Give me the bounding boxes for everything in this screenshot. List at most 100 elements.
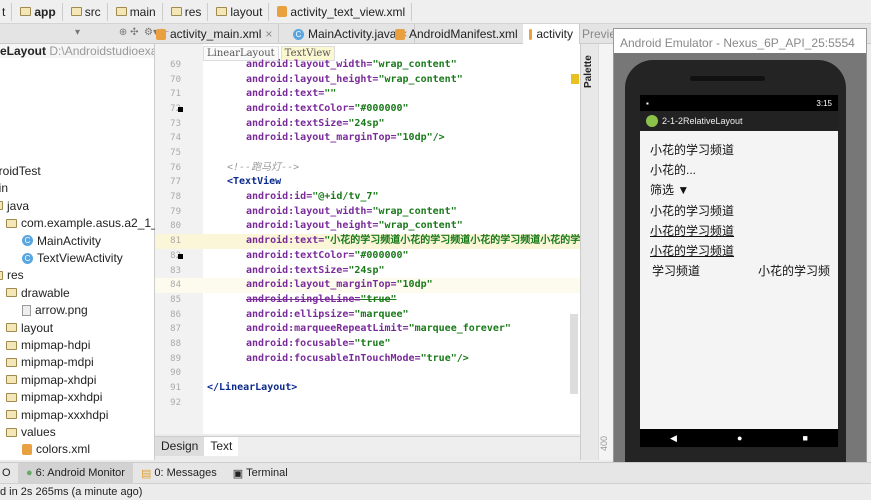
breadcrumb-label: app: [34, 4, 56, 19]
code-line[interactable]: 83 android:textSize="24sp": [155, 264, 580, 279]
line-number: 90: [170, 368, 181, 379]
breadcrumb-label: activity_text_view.xml: [290, 4, 406, 19]
tree-item[interactable]: C MainActivity: [22, 234, 101, 248]
line-number: 84: [170, 280, 181, 291]
tree-item[interactable]: ain: [0, 181, 8, 195]
code-line[interactable]: 85 android:singleLine="true": [155, 293, 580, 308]
code-text: android:layout_width="wrap_content": [246, 205, 457, 220]
attribute-name: android:layout_marginTop=: [246, 279, 397, 291]
code-line[interactable]: 76 <!--跑马灯-->: [155, 161, 580, 176]
tool-window-android-monitor[interactable]: ● 6: Android Monitor: [18, 462, 133, 484]
tree-item[interactable]: arrow.png: [22, 303, 88, 317]
close-icon[interactable]: ×: [265, 27, 272, 41]
code-line[interactable]: 75: [155, 146, 580, 161]
editor-mode-tabs: Design Text: [155, 436, 580, 456]
line-number: 80: [170, 221, 181, 232]
code-line[interactable]: 73 android:textSize="24sp": [155, 117, 580, 132]
breadcrumb-src[interactable]: src: [69, 2, 108, 21]
warning-marker[interactable]: [571, 74, 579, 84]
breadcrumb-app[interactable]: app: [18, 2, 63, 21]
tree-item[interactable]: values: [6, 425, 56, 439]
code-line[interactable]: 90: [155, 366, 580, 381]
tree-item-label: colors.xml: [36, 442, 91, 457]
code-line[interactable]: 84 android:layout_marginTop="10dp": [155, 278, 580, 293]
line-number: 91: [170, 382, 181, 393]
recents-icon[interactable]: ■: [803, 433, 808, 443]
emulator-window: Android Emulator - Nexus_6P_API_25:5554 …: [613, 28, 867, 500]
breadcrumb-layout[interactable]: layout: [214, 2, 270, 21]
tree-item[interactable]: drawable: [6, 286, 70, 300]
code-line[interactable]: 92: [155, 396, 580, 411]
breadcrumb-file[interactable]: activity_text_view.xml: [275, 2, 413, 21]
tab-android-manifest[interactable]: AndroidManifest.xml×: [389, 24, 536, 44]
attribute-name: android:layout_width=: [246, 59, 373, 70]
tool-window-messages[interactable]: ▤ 0: Messages: [133, 463, 225, 484]
breadcrumb-res[interactable]: res: [169, 2, 209, 21]
code-line[interactable]: 89 android:focusableInTouchMode="true"/>: [155, 352, 580, 367]
manifest-file-icon: [395, 28, 405, 40]
tree-item[interactable]: mipmap-xhdpi: [6, 373, 96, 387]
code-line[interactable]: 91 </LinearLayout>: [155, 381, 580, 396]
editor-scrollbar[interactable]: [570, 314, 578, 394]
code-line[interactable]: 86 android:ellipsize="marquee": [155, 308, 580, 323]
code-line[interactable]: 78 android:id="@+id/tv_7": [155, 190, 580, 205]
tree-item-label: mipmap-hdpi: [21, 338, 91, 352]
folder-icon: [0, 201, 3, 211]
attribute-name: android:text=: [246, 235, 325, 247]
tree-item[interactable]: mipmap-mdpi: [6, 355, 94, 369]
breadcrumb-main[interactable]: main: [114, 2, 163, 21]
code-line[interactable]: 70 android:layout_height="wrap_content": [155, 73, 580, 88]
attribute-name: android:singleLine=: [246, 293, 361, 305]
home-icon[interactable]: ●: [737, 433, 742, 443]
project-panel: eLayout D:\Androidstudioexam\ droidTest a…: [0, 44, 184, 460]
tab-design[interactable]: Design: [155, 437, 205, 456]
tree-item[interactable]: droidTest: [0, 164, 41, 178]
code-text: <TextView: [227, 176, 282, 188]
tree-item-label: mipmap-mdpi: [21, 355, 94, 370]
folder-icon: [6, 410, 17, 420]
tree-item[interactable]: java: [0, 199, 29, 213]
line-number: 76: [170, 162, 181, 173]
tab-label: AndroidManifest.xml: [409, 27, 518, 41]
tab-text[interactable]: Text: [204, 437, 239, 456]
code-line[interactable]: 87 android:marqueeRepeatLimit="marquee_fo…: [155, 322, 580, 337]
line-number: 83: [170, 265, 181, 276]
code-line[interactable]: 69 android:layout_width="wrap_content": [155, 58, 580, 73]
breadcrumb-project[interactable]: t: [0, 2, 13, 21]
tree-item[interactable]: mipmap-xxhdpi: [6, 390, 102, 404]
sd-card-icon: ▪: [646, 98, 649, 108]
folder-icon: [216, 7, 228, 16]
back-icon[interactable]: ◀: [670, 433, 677, 444]
code-line[interactable]: 72 android:textColor="#000000": [155, 102, 580, 117]
status-time: 3:15: [816, 98, 832, 108]
code-line[interactable]: 71 android:text="": [155, 87, 580, 102]
code-editor[interactable]: LinearLayout TextView 69 android:layout_w…: [155, 44, 580, 434]
palette-tab[interactable]: Palette: [583, 48, 594, 88]
code-line[interactable]: 74 android:layout_marginTop="10dp"/>: [155, 131, 580, 146]
code-line[interactable]: 81 android:text="小花的学习频道小花的学习频道小花的学习频道小花的…: [155, 234, 580, 249]
phone-screen[interactable]: ▪ 3:15 2-1-2RelativeLayout 小花的学习频道 小花的...…: [640, 95, 838, 447]
code-line[interactable]: 79 android:layout_width="wrap_content": [155, 205, 580, 220]
emulator-title: Android Emulator - Nexus_6P_API_25:5554: [614, 29, 866, 53]
tree-item[interactable]: C TextViewActivity: [22, 251, 123, 265]
attribute-value: "10dp": [396, 279, 433, 291]
tool-window-terminal[interactable]: ▣ Terminal: [225, 463, 296, 484]
filter-text-view[interactable]: 筛选 ▼: [650, 181, 689, 198]
tree-item[interactable]: layout: [6, 321, 53, 335]
tab-activity-text-view[interactable]: activity: [523, 24, 580, 44]
color-swatch-icon: [178, 107, 183, 113]
code-text: android:textSize="24sp": [246, 264, 384, 279]
tool-window-todo[interactable]: O: [0, 463, 18, 484]
tree-item[interactable]: res: [0, 268, 24, 282]
tree-item[interactable]: mipmap-hdpi: [6, 338, 90, 352]
tree-item[interactable]: colors.xml: [22, 442, 90, 456]
code-line[interactable]: 88 android:focusable="true": [155, 337, 580, 352]
breadcrumb-label: t: [2, 4, 6, 19]
code-line[interactable]: 77 <TextView: [155, 175, 580, 190]
tree-item[interactable]: mipmap-xxxhdpi: [6, 408, 108, 422]
folder-icon: [6, 375, 17, 385]
code-line[interactable]: 82 android:textColor="#000000": [155, 249, 580, 264]
tab-activity-main[interactable]: activity_main.xml ×: [150, 24, 280, 44]
code-line[interactable]: 80 android:layout_height="wrap_content": [155, 219, 580, 234]
folder-icon: [6, 357, 17, 367]
